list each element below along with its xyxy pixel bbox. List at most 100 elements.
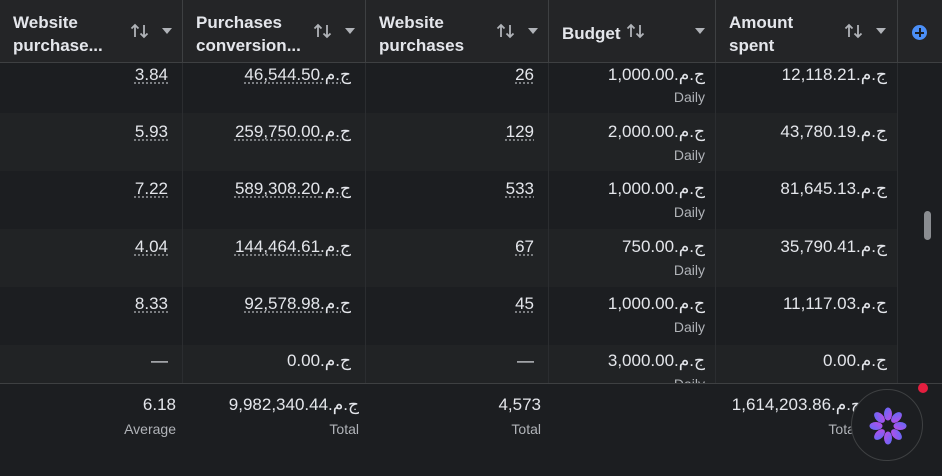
chevron-down-icon[interactable] xyxy=(162,28,172,34)
table-row[interactable]: 4.04 ج.م.144,464.61 67 ج.م.750.00 Daily ج… xyxy=(0,229,898,287)
budget-value: ج.م.1,000.00 xyxy=(607,179,705,198)
table-row[interactable]: 5.93 ج.م.259,750.00 129 ج.م.2,000.00 Dail… xyxy=(0,113,898,171)
total-conversion-label: Total xyxy=(329,421,359,437)
cell-amount-spent: ج.م.81,645.13 xyxy=(716,171,898,229)
amount-spent-value: ج.م.0.00 xyxy=(822,351,887,370)
cell-conversion-value: ج.م.0.00 xyxy=(183,345,366,383)
chevron-down-icon[interactable] xyxy=(345,28,355,34)
table-row[interactable]: 3.84 ج.م.46,544.50 26 ج.م.1,000.00 Daily … xyxy=(0,63,898,113)
cell-conversion-value: ج.م.46,544.50 xyxy=(183,63,366,113)
column-title-line1: Website xyxy=(379,13,444,32)
amount-spent-value: ج.م.11,117.03 xyxy=(782,294,887,313)
conversion-value[interactable]: ج.م.46,544.50 xyxy=(244,65,351,85)
chevron-down-icon[interactable] xyxy=(876,28,886,34)
column-header-budget[interactable]: Budget xyxy=(549,0,716,63)
cell-roas: 8.33 xyxy=(0,287,183,345)
cell-purchases: 26 xyxy=(366,63,549,113)
roas-value[interactable]: 3.84 xyxy=(135,65,168,85)
purchases-value[interactable]: 45 xyxy=(515,294,534,314)
budget-type: Daily xyxy=(673,204,705,220)
vertical-scrollbar[interactable] xyxy=(924,211,931,240)
chevron-down-icon[interactable] xyxy=(528,28,538,34)
cell-purchases: 129 xyxy=(366,113,549,171)
column-title-line1: Amount xyxy=(729,13,794,32)
cell-budget[interactable]: ج.م.1,000.00 Daily xyxy=(549,63,716,113)
cell-purchases: 67 xyxy=(366,229,549,287)
column-title-line2: spent xyxy=(729,36,775,55)
plus-circle-icon[interactable] xyxy=(912,25,927,40)
column-title-line2: conversion... xyxy=(196,36,301,55)
purchases-value[interactable]: 67 xyxy=(515,237,534,257)
budget-type: Daily xyxy=(673,147,705,163)
cell-purchases: 45 xyxy=(366,287,549,345)
budget-value: ج.م.1,000.00 xyxy=(607,65,705,84)
cell-amount-spent: ج.م.0.00 xyxy=(716,345,898,383)
amount-spent-value: ج.م.12,118.21 xyxy=(781,65,887,84)
budget-value: ج.م.2,000.00 xyxy=(607,122,705,141)
cell-budget[interactable]: ج.م.3,000.00 Daily xyxy=(549,345,716,383)
column-title-line2: purchases xyxy=(379,36,465,55)
chevron-down-icon[interactable] xyxy=(695,28,705,34)
column-header-website-purchases[interactable]: Website purchases xyxy=(366,0,549,63)
conversion-value[interactable]: ج.م.589,308.20 xyxy=(235,179,351,199)
table-header: Website purchase... Purchases conversion… xyxy=(0,0,942,63)
budget-value: ج.م.3,000.00 xyxy=(607,351,705,370)
column-header-purchases-conversion-value[interactable]: Purchases conversion... xyxy=(183,0,366,63)
roas-value[interactable]: 7.22 xyxy=(135,179,168,199)
cell-roas: 7.22 xyxy=(0,171,183,229)
sort-arrows-icon[interactable] xyxy=(496,22,516,40)
conversion-value: ج.م.0.00 xyxy=(286,351,351,370)
ads-table: Website purchase... Purchases conversion… xyxy=(0,0,942,476)
sort-arrows-icon[interactable] xyxy=(130,22,150,40)
budget-type: Daily xyxy=(674,375,705,383)
cell-amount-spent: ج.م.35,790.41 xyxy=(716,229,898,287)
sort-arrows-icon[interactable] xyxy=(313,22,333,40)
cell-conversion-value: ج.م.259,750.00 xyxy=(183,113,366,171)
budget-type: Daily xyxy=(673,89,705,105)
roas-value: — xyxy=(151,351,168,370)
column-title-line2: purchase... xyxy=(13,36,103,55)
column-title-line1: Purchases xyxy=(196,13,282,32)
roas-value[interactable]: 8.33 xyxy=(135,294,168,314)
cell-roas: — xyxy=(0,345,183,383)
total-amount-spent-value: ج.م.1,614,203.86 xyxy=(731,395,862,414)
table-row[interactable]: — ج.م.0.00 — ج.م.3,000.00 Daily ج.م.0.00 xyxy=(0,345,898,383)
cell-budget[interactable]: ج.م.1,000.00 Daily xyxy=(549,287,716,345)
ai-assistant-button[interactable] xyxy=(851,389,923,461)
amount-spent-value: ج.م.81,645.13 xyxy=(780,179,887,198)
roas-value[interactable]: 4.04 xyxy=(135,237,168,257)
purchases-value[interactable]: 26 xyxy=(515,65,534,85)
budget-value: ج.م.750.00 xyxy=(622,237,705,256)
column-title-line1: Budget xyxy=(562,24,621,43)
table-row[interactable]: 7.22 ج.م.589,308.20 533 ج.م.1,000.00 Dail… xyxy=(0,171,898,229)
sort-arrows-icon[interactable] xyxy=(626,22,646,40)
purchases-value: — xyxy=(517,351,534,370)
cell-amount-spent: ج.م.12,118.21 xyxy=(716,63,898,113)
column-header-amount-spent[interactable]: Amount spent xyxy=(716,0,898,63)
ai-assistant-icon xyxy=(869,407,907,445)
total-conversion-value: ج.م.9,982,340.44 xyxy=(228,395,359,414)
purchases-value[interactable]: 533 xyxy=(506,179,534,199)
cell-conversion-value: ج.م.144,464.61 xyxy=(183,229,366,287)
purchases-value[interactable]: 129 xyxy=(506,122,534,142)
column-title: Website purchase... xyxy=(13,11,103,57)
cell-roas: 3.84 xyxy=(0,63,183,113)
roas-value[interactable]: 5.93 xyxy=(135,122,168,142)
conversion-value[interactable]: ج.م.144,464.61 xyxy=(235,237,351,257)
cell-conversion-value: ج.م.92,578.98 xyxy=(183,287,366,345)
amount-spent-value: ج.م.35,790.41 xyxy=(780,237,887,256)
cell-budget[interactable]: ج.م.750.00 Daily xyxy=(549,229,716,287)
budget-type: Daily xyxy=(673,262,705,278)
column-title: Website purchases xyxy=(379,11,464,57)
conversion-value[interactable]: ج.م.259,750.00 xyxy=(235,122,351,142)
conversion-value[interactable]: ج.م.92,578.98 xyxy=(244,294,351,314)
cell-amount-spent: ج.م.43,780.19 xyxy=(716,113,898,171)
table-row[interactable]: 8.33 ج.م.92,578.98 45 ج.م.1,000.00 Daily … xyxy=(0,287,898,345)
cell-budget[interactable]: ج.م.2,000.00 Daily xyxy=(549,113,716,171)
cell-roas: 4.04 xyxy=(0,229,183,287)
cell-amount-spent: ج.م.11,117.03 xyxy=(716,287,898,345)
cell-purchases: 533 xyxy=(366,171,549,229)
column-header-website-purchase-roas[interactable]: Website purchase... xyxy=(0,0,183,63)
sort-arrows-icon[interactable] xyxy=(844,22,864,40)
cell-budget[interactable]: ج.م.1,000.00 Daily xyxy=(549,171,716,229)
